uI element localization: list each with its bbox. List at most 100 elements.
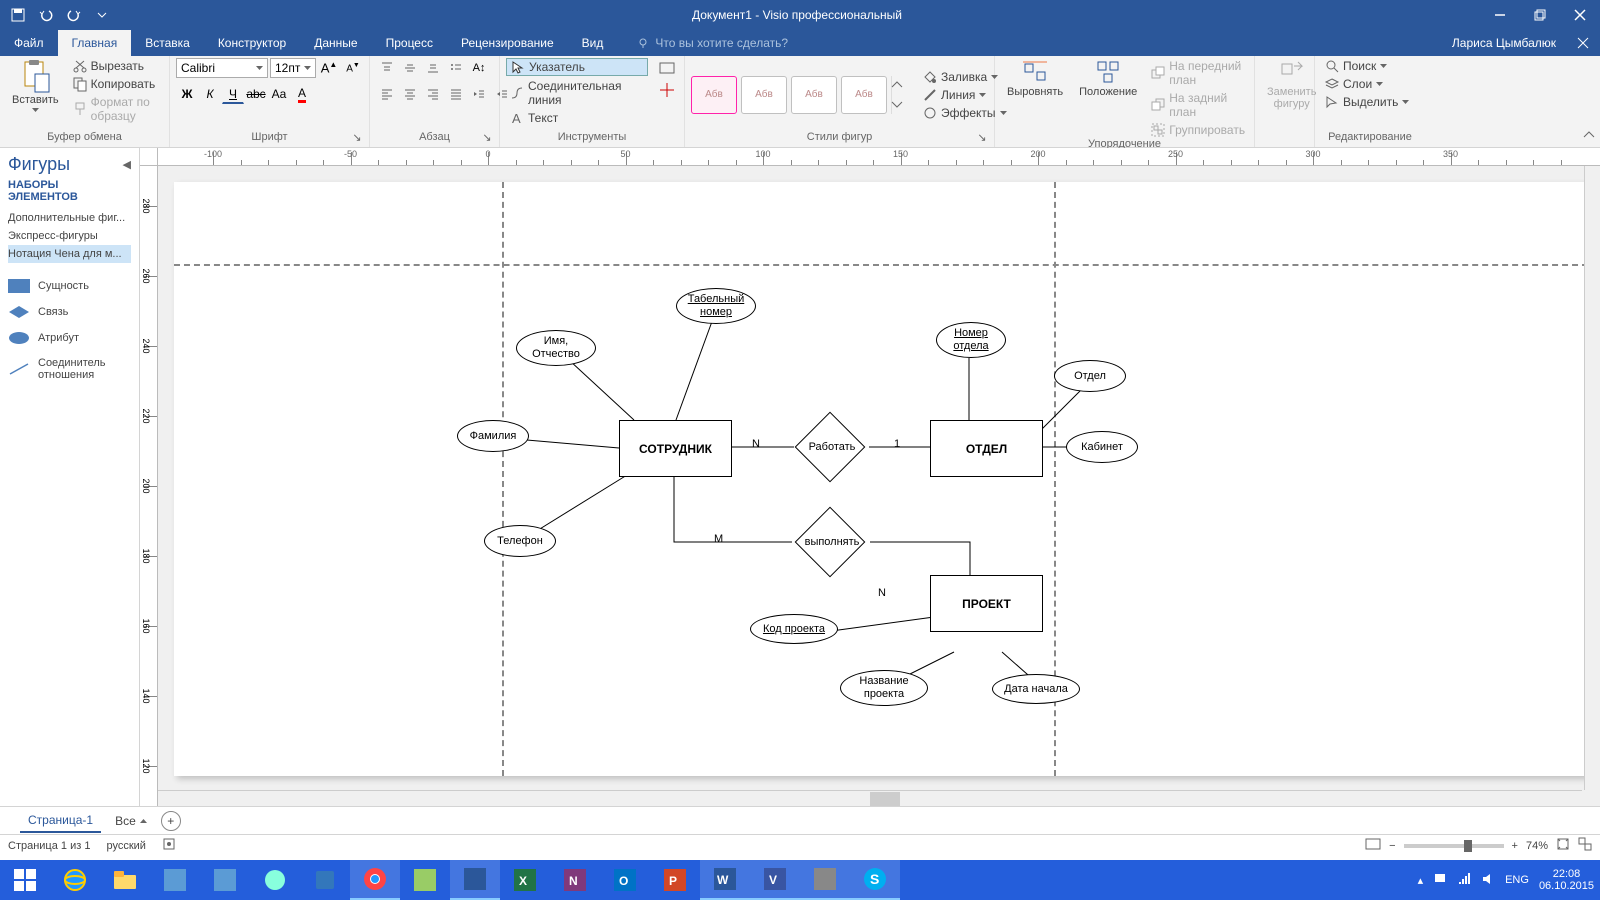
- taskbar-vbox[interactable]: [300, 860, 350, 900]
- tray-show-hidden-icon[interactable]: ▴: [1418, 874, 1424, 887]
- shapes-pane-collapse[interactable]: ◀: [123, 158, 131, 171]
- cut-button[interactable]: Вырезать: [69, 58, 163, 74]
- position-button[interactable]: Положение: [1073, 58, 1143, 100]
- taskbar-chrome[interactable]: [350, 860, 400, 900]
- attr-name-patr[interactable]: Имя, Отчество: [516, 330, 596, 366]
- attr-phone[interactable]: Телефон: [484, 525, 556, 557]
- connector-tool-button[interactable]: Соединительная линия: [506, 78, 648, 108]
- horizontal-scrollbar[interactable]: [158, 790, 1582, 806]
- restore-button[interactable]: [1520, 0, 1560, 30]
- taskbar-app4[interactable]: [800, 860, 850, 900]
- shape-master-entity[interactable]: Сущность: [8, 273, 131, 299]
- attr-dept-no[interactable]: Номер отдела: [936, 322, 1006, 358]
- ribbon-close-icon[interactable]: [1566, 30, 1600, 56]
- text-direction-button[interactable]: A↕: [468, 58, 490, 78]
- font-color-button[interactable]: A: [291, 84, 313, 104]
- font-dialog-launcher[interactable]: ↘: [351, 131, 363, 143]
- taskbar-explorer[interactable]: [100, 860, 150, 900]
- copy-button[interactable]: Копировать: [69, 76, 163, 92]
- stencil-chen[interactable]: Нотация Чена для м...: [8, 245, 131, 263]
- taskbar-media[interactable]: [250, 860, 300, 900]
- align-bottom-button[interactable]: [422, 58, 444, 78]
- scroll-thumb[interactable]: [870, 792, 900, 806]
- taskbar-onenote[interactable]: N: [550, 860, 600, 900]
- tell-me-search[interactable]: Что вы хотите сделать?: [617, 30, 788, 56]
- layers-button[interactable]: Слои: [1321, 76, 1387, 92]
- text-tool-button[interactable]: AТекст: [506, 110, 648, 126]
- tray-language[interactable]: ENG: [1505, 874, 1529, 886]
- all-pages-button[interactable]: Все: [115, 814, 147, 828]
- send-back-button[interactable]: На задний план: [1147, 90, 1249, 120]
- relationship-work[interactable]: Работать: [792, 427, 872, 467]
- justify-button[interactable]: [445, 84, 467, 104]
- add-page-button[interactable]: +: [161, 811, 181, 831]
- tab-design[interactable]: Конструктор: [204, 30, 300, 56]
- stencil-express[interactable]: Экспресс-фигуры: [8, 227, 131, 245]
- shape-master-attribute[interactable]: Атрибут: [8, 325, 131, 351]
- tray-volume-icon[interactable]: [1481, 872, 1495, 889]
- attr-office[interactable]: Кабинет: [1066, 431, 1138, 463]
- language-indicator[interactable]: русский: [106, 840, 145, 852]
- format-painter-button[interactable]: Формат по образцу: [69, 94, 163, 124]
- shape-master-connector[interactable]: Соединитель отношения: [8, 351, 131, 387]
- gallery-item[interactable]: Абв: [691, 76, 737, 114]
- taskbar-notepadpp[interactable]: [400, 860, 450, 900]
- attr-emp-no[interactable]: Табельный номер: [676, 288, 756, 324]
- align-middle-button[interactable]: [399, 58, 421, 78]
- entity-employee[interactable]: СОТРУДНИК: [619, 420, 732, 477]
- tab-review[interactable]: Рецензирование: [447, 30, 568, 56]
- macro-indicator[interactable]: [162, 837, 176, 854]
- zoom-out-button[interactable]: −: [1389, 840, 1395, 852]
- entity-project[interactable]: ПРОЕКТ: [930, 575, 1043, 632]
- presentation-mode-button[interactable]: [1365, 838, 1381, 853]
- italic-button[interactable]: К: [199, 84, 221, 104]
- horizontal-guide[interactable]: [174, 264, 1598, 266]
- align-top-button[interactable]: [376, 58, 398, 78]
- tab-insert[interactable]: Вставка: [131, 30, 204, 56]
- zoom-thumb[interactable]: [1464, 840, 1472, 852]
- rectangle-tool-button[interactable]: [656, 58, 678, 78]
- pointer-tool-button[interactable]: Указатель: [506, 58, 648, 76]
- paragraph-dialog-launcher[interactable]: ↘: [481, 131, 493, 143]
- taskbar-app3[interactable]: [450, 860, 500, 900]
- vertical-ruler[interactable]: 280260240220200180160140120: [140, 166, 158, 806]
- taskbar-visio[interactable]: V: [750, 860, 800, 900]
- paste-button[interactable]: Вставить: [6, 58, 65, 114]
- pan-zoom-button[interactable]: [1578, 837, 1592, 854]
- taskbar-app1[interactable]: [150, 860, 200, 900]
- gallery-item[interactable]: Абв: [841, 76, 887, 114]
- tab-view[interactable]: Вид: [568, 30, 618, 56]
- vertical-scrollbar[interactable]: [1584, 166, 1600, 790]
- select-button[interactable]: Выделить: [1321, 94, 1413, 110]
- align-center-button[interactable]: [399, 84, 421, 104]
- collapse-ribbon-button[interactable]: [1584, 129, 1594, 143]
- save-button[interactable]: [6, 3, 30, 27]
- attr-dept[interactable]: Отдел: [1054, 360, 1126, 392]
- attr-proj-name[interactable]: Название проекта: [840, 670, 928, 706]
- taskbar-app2[interactable]: [200, 860, 250, 900]
- tray-flag-icon[interactable]: [1433, 872, 1447, 889]
- styles-dialog-launcher[interactable]: ↘: [976, 131, 988, 143]
- shape-style-gallery[interactable]: Абв Абв Абв Абв: [691, 76, 907, 114]
- relationship-perform[interactable]: выполнять: [792, 522, 872, 562]
- tray-clock[interactable]: 22:0806.10.2015: [1539, 868, 1594, 892]
- page-indicator[interactable]: Страница 1 из 1: [8, 840, 90, 852]
- strikethrough-button[interactable]: abc: [245, 84, 267, 104]
- taskbar-excel[interactable]: X: [500, 860, 550, 900]
- taskbar-powerpoint[interactable]: P: [650, 860, 700, 900]
- bold-button[interactable]: Ж: [176, 84, 198, 104]
- grow-font-button[interactable]: A▲: [318, 58, 340, 78]
- attr-surname[interactable]: Фамилия: [457, 420, 529, 452]
- align-left-button[interactable]: [376, 84, 398, 104]
- qat-customize[interactable]: [90, 3, 114, 27]
- shape-master-relationship[interactable]: Связь: [8, 299, 131, 325]
- tray-network-icon[interactable]: [1457, 872, 1471, 889]
- bullets-button[interactable]: [445, 58, 467, 78]
- page-tab-1[interactable]: Страница-1: [20, 809, 101, 833]
- drawing-page[interactable]: СОТРУДНИК ОТДЕЛ ПРОЕКТ Работать выполнят…: [174, 182, 1598, 776]
- shrink-font-button[interactable]: A▼: [342, 58, 364, 78]
- canvas-viewport[interactable]: СОТРУДНИК ОТДЕЛ ПРОЕКТ Работать выполнят…: [158, 166, 1600, 806]
- tab-data[interactable]: Данные: [300, 30, 371, 56]
- tab-home[interactable]: Главная: [58, 30, 132, 56]
- taskbar-outlook[interactable]: O: [600, 860, 650, 900]
